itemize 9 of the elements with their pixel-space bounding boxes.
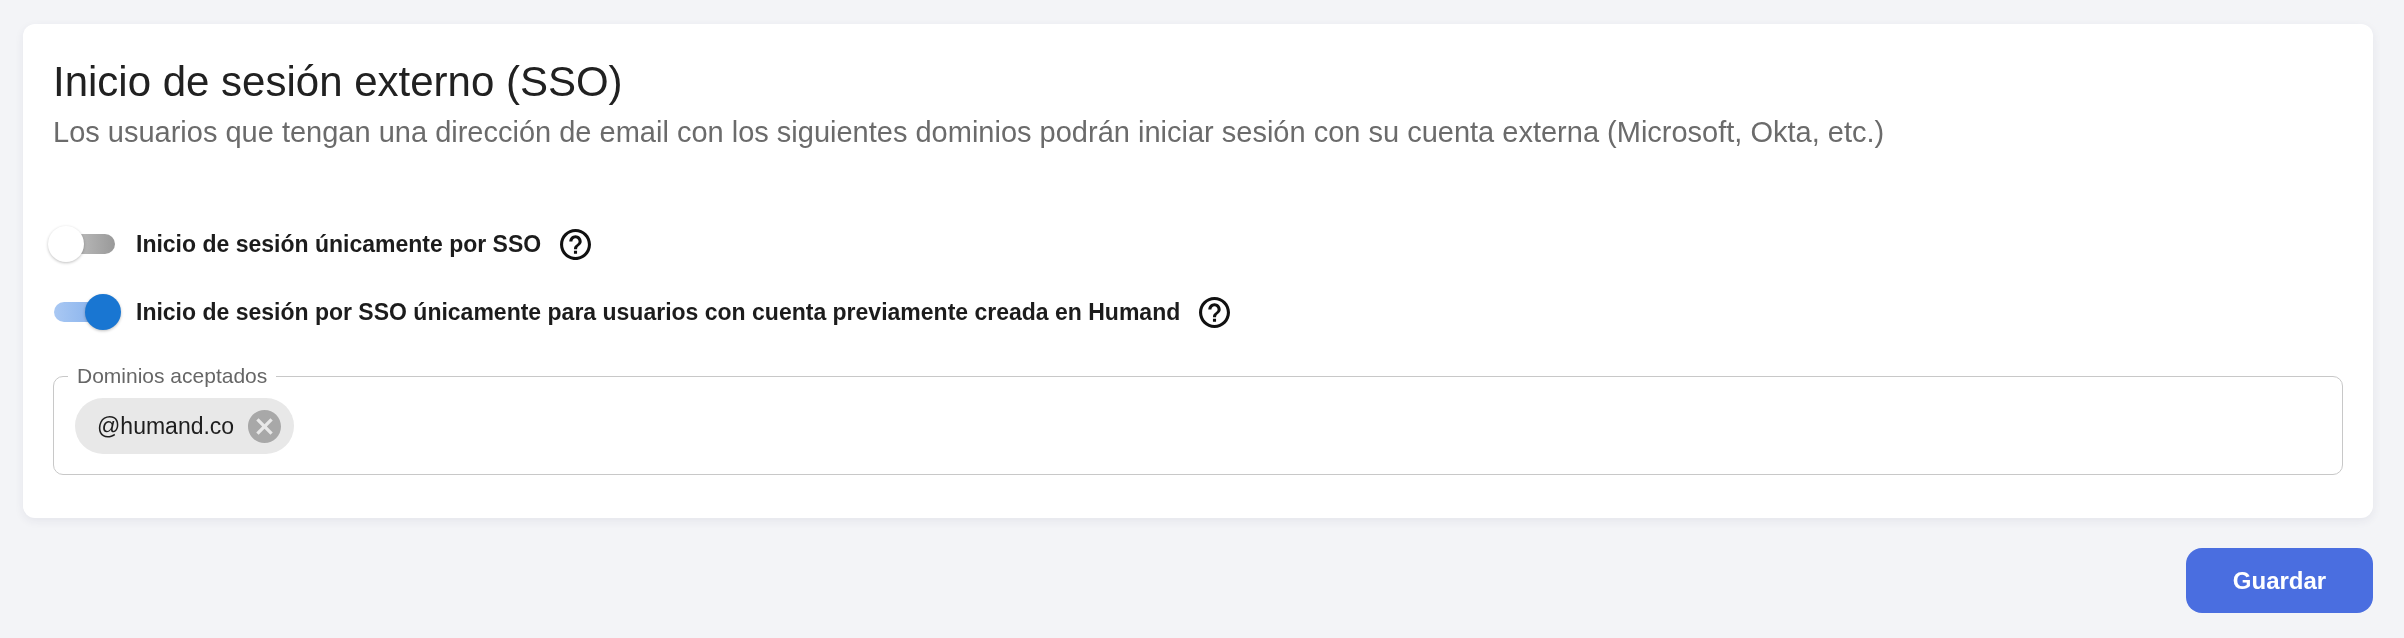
option-label: Inicio de sesión por SSO únicamente para usuarios con cuenta previamente creada en Humand (136, 298, 1181, 326)
section-description: Los usuarios que tengan una dirección de email con los siguientes dominios podrán iniciar sesión con su cuenta externa (Microsoft, Okta, etc.) (53, 115, 1886, 151)
chip-text: @humand.co (97, 412, 235, 440)
help-icon[interactable] (1199, 296, 1231, 328)
save-button[interactable]: Guardar (2186, 548, 2373, 614)
field-label: Dominios aceptados (76, 363, 269, 390)
section-title: Inicio de sesión externo (SSO) (53, 57, 624, 107)
option-label: Inicio de sesión únicamente por SSO (136, 230, 542, 258)
help-icon[interactable] (560, 228, 592, 260)
